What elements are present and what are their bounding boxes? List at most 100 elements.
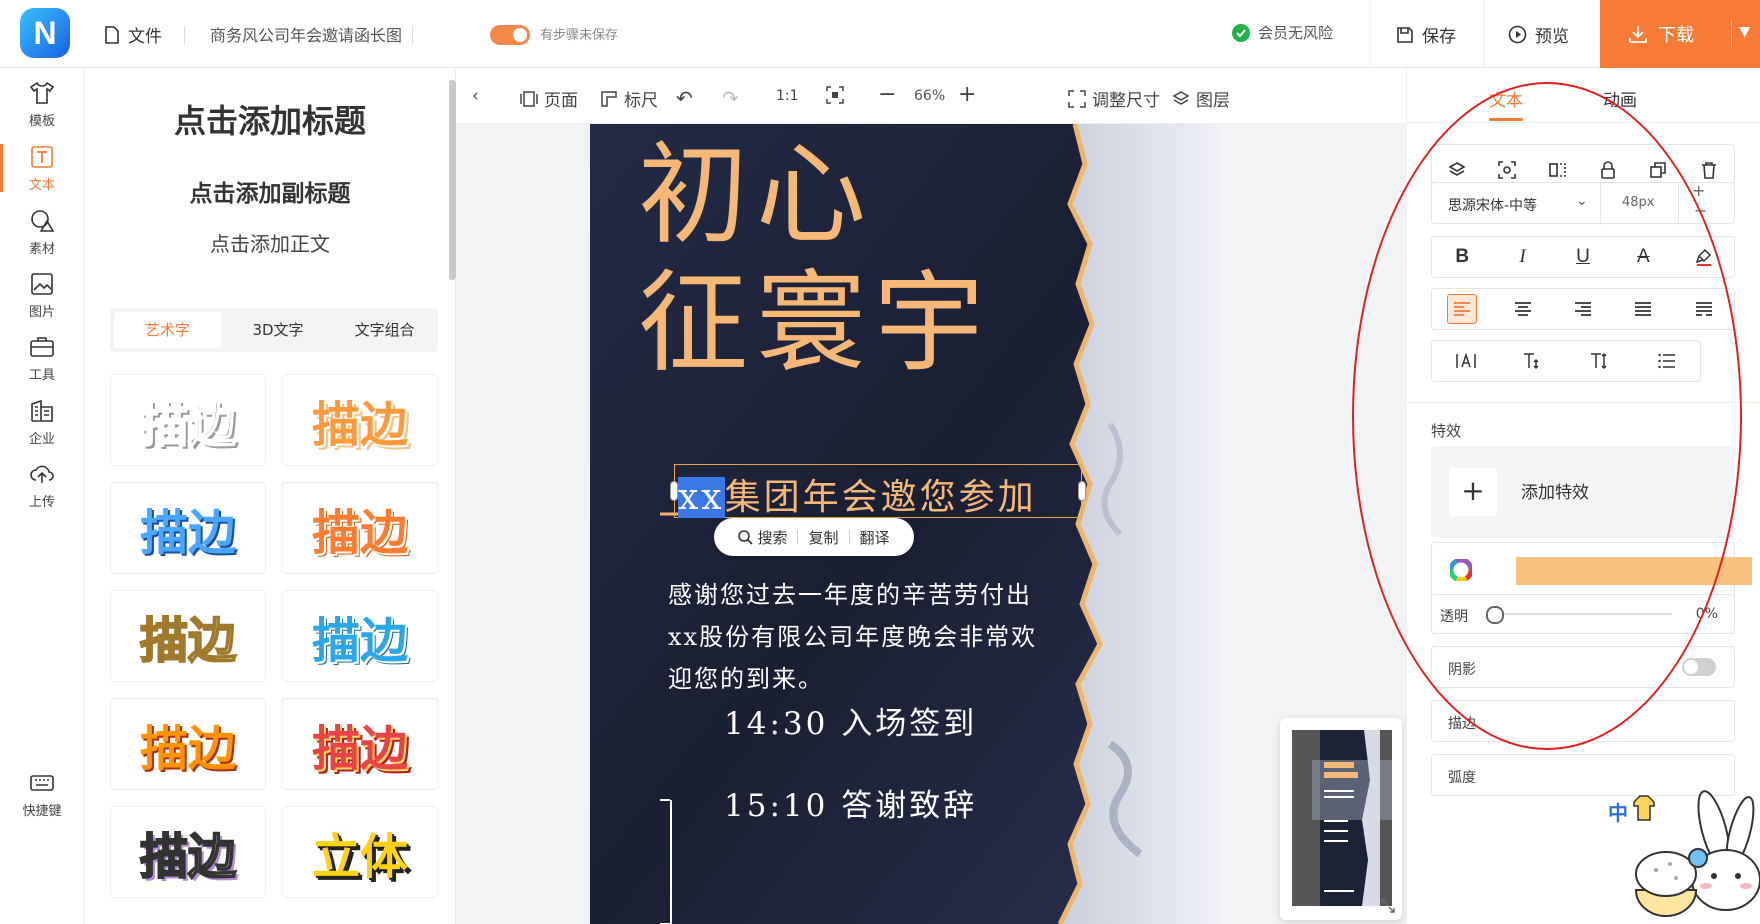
layer-order-button[interactable] xyxy=(1442,155,1472,185)
poster-headline-line1[interactable]: 初心 xyxy=(638,140,874,250)
resize-button[interactable]: 调整尺寸 xyxy=(1068,86,1160,111)
art-text-sample[interactable]: 立体 xyxy=(282,806,438,898)
nav-item-tools[interactable]: 工具 xyxy=(0,334,84,383)
add-body-button[interactable]: 点击添加正文 xyxy=(84,228,456,257)
font-size-increase[interactable]: + xyxy=(1692,181,1705,200)
rabbit-mascot-icon[interactable]: 中 xyxy=(1590,760,1760,924)
align-left-button[interactable] xyxy=(1447,294,1478,324)
underline-button[interactable]: U xyxy=(1568,242,1598,272)
app-logo[interactable]: N xyxy=(20,8,70,58)
page-button[interactable]: 页面 xyxy=(520,86,578,111)
poster-canvas[interactable]: 初心 征寰宇 xx集团年会邀您参加 搜索 复制 翻译 感谢您过去一年度的辛苦劳付… xyxy=(590,124,1220,924)
font-size-input[interactable]: 48px xyxy=(1622,195,1655,210)
font-family-select[interactable]: 思源宋体-中等 xyxy=(1448,195,1537,215)
text-height-button[interactable] xyxy=(1518,346,1548,376)
nav-item-image[interactable]: 图片 xyxy=(0,271,84,320)
poster-headline-line2[interactable]: 征寰宇 xyxy=(638,268,992,378)
schedule-item[interactable]: 14:30 入场签到 xyxy=(724,698,977,743)
art-text-sample[interactable]: 描边 xyxy=(282,374,438,466)
opacity-value[interactable]: 0% xyxy=(1696,606,1718,622)
text-color-control[interactable] xyxy=(1431,542,1752,598)
nav-item-upload[interactable]: 上传 xyxy=(0,461,84,510)
align-right-button[interactable] xyxy=(1568,294,1598,324)
download-button[interactable]: 下载 ▼ xyxy=(1600,0,1760,68)
art-text-sample[interactable]: 描边 xyxy=(110,482,266,574)
autosave-toggle[interactable] xyxy=(490,25,530,45)
zoom-level[interactable]: 66% xyxy=(914,88,945,104)
poster-body-text[interactable]: 感谢您过去一年度的辛苦劳付出 xx股份有限公司年度晚会非常欢 迎您的到来。 xyxy=(668,574,1088,700)
document-title[interactable]: 商务风公司年会邀请函长图 xyxy=(210,22,402,46)
tab-text[interactable]: 文本 xyxy=(1489,86,1523,121)
search-action[interactable]: 搜索 xyxy=(738,527,787,548)
fit-screen-button[interactable] xyxy=(826,86,844,104)
translate-action[interactable]: 翻译 xyxy=(860,527,890,548)
undo-icon: ↶ xyxy=(676,86,693,110)
invite-text-rest[interactable]: 集团年会邀您参加 xyxy=(725,477,1037,518)
flip-button[interactable] xyxy=(1543,155,1573,185)
art-text-sample[interactable]: 描边 xyxy=(110,806,266,898)
strikethrough-button[interactable]: A xyxy=(1628,242,1658,272)
shadow-toggle[interactable] xyxy=(1682,658,1716,676)
nav-item-text[interactable]: 文本 xyxy=(0,144,84,193)
chevron-down-icon[interactable]: ⌄ xyxy=(1576,193,1588,209)
bold-button[interactable]: B xyxy=(1447,242,1477,272)
zoom-out-button[interactable]: − xyxy=(878,82,896,107)
nav-item-material[interactable]: 素材 xyxy=(0,208,84,257)
keyboard-icon xyxy=(30,775,54,791)
opacity-slider[interactable] xyxy=(1486,606,1672,624)
art-text-sample[interactable]: 描边 xyxy=(282,590,438,682)
duplicate-button[interactable] xyxy=(1643,155,1673,185)
file-menu[interactable]: 文件 xyxy=(104,22,162,47)
distribute-button[interactable] xyxy=(1689,294,1719,324)
stroke-control: 描边 xyxy=(1431,700,1735,742)
preview-button[interactable]: 预览 xyxy=(1508,22,1569,47)
chevron-down-icon[interactable]: ▼ xyxy=(1739,24,1750,40)
italic-button[interactable]: I xyxy=(1508,242,1538,272)
focus-button[interactable] xyxy=(1492,155,1522,185)
tab-animation[interactable]: 动画 xyxy=(1603,86,1637,111)
add-effect-button[interactable]: + 添加特效 xyxy=(1431,446,1735,538)
member-badge[interactable]: 会员无风险 xyxy=(1232,22,1333,43)
letter-spacing-button[interactable] xyxy=(1451,346,1481,376)
list-button[interactable] xyxy=(1652,346,1682,376)
resize-label: 调整尺寸 xyxy=(1092,91,1160,111)
add-subtitle-button[interactable]: 点击添加副标题 xyxy=(84,174,456,208)
color-swatch[interactable] xyxy=(1516,557,1752,585)
tab-text-combo[interactable]: 文字组合 xyxy=(331,308,438,352)
resize-handle[interactable] xyxy=(670,481,678,501)
tab-3d-text[interactable]: 3D文字 xyxy=(225,308,332,352)
zoom-in-button[interactable]: + xyxy=(958,82,976,107)
highlight-button[interactable] xyxy=(1689,242,1719,272)
resize-handle[interactable] xyxy=(1078,481,1086,501)
art-text-sample[interactable]: 描边 xyxy=(110,590,266,682)
copy-action[interactable]: 复制 xyxy=(808,527,838,548)
page-thumbnail[interactable] xyxy=(1280,718,1402,920)
align-center-button[interactable] xyxy=(1508,294,1538,324)
art-text-sample[interactable]: 描边 xyxy=(282,482,438,574)
layers-button[interactable]: 图层 xyxy=(1172,86,1230,111)
collapse-panel-button[interactable]: ‹ xyxy=(472,86,479,106)
selected-text[interactable]: xx xyxy=(678,477,725,518)
justify-button[interactable] xyxy=(1628,294,1658,324)
nav-item-shortcuts[interactable]: 快捷键 xyxy=(0,770,84,819)
lock-button[interactable] xyxy=(1593,155,1623,185)
save-button[interactable]: 保存 xyxy=(1396,22,1456,47)
vertical-text-button[interactable] xyxy=(1585,346,1615,376)
undo-button[interactable]: ↶ xyxy=(676,86,693,110)
nav-item-template[interactable]: 模板 xyxy=(0,80,84,129)
add-title-button[interactable]: 点击添加标题 xyxy=(84,96,456,142)
invite-text[interactable]: xx集团年会邀您参加 xyxy=(678,468,1037,520)
art-text-sample[interactable]: 描边 xyxy=(282,698,438,790)
art-text-sample[interactable]: 描边 xyxy=(110,698,266,790)
ruler-button[interactable]: 标尺 xyxy=(600,86,658,111)
nav-item-enterprise[interactable]: 企业 xyxy=(0,398,84,447)
schedule-item[interactable]: 15:10 答谢致辞 xyxy=(724,780,977,825)
expand-icon[interactable] xyxy=(1380,898,1396,914)
art-text-sample[interactable]: 描边 xyxy=(110,374,266,466)
redo-button[interactable]: ↷ xyxy=(722,86,739,110)
panel-scrollbar[interactable] xyxy=(449,80,456,280)
actual-size-button[interactable]: 1:1 xyxy=(776,88,799,104)
font-size-decrease[interactable]: − xyxy=(1694,201,1707,220)
tab-art-text[interactable]: 艺术字 xyxy=(114,312,221,348)
file-label: 文件 xyxy=(128,27,162,47)
